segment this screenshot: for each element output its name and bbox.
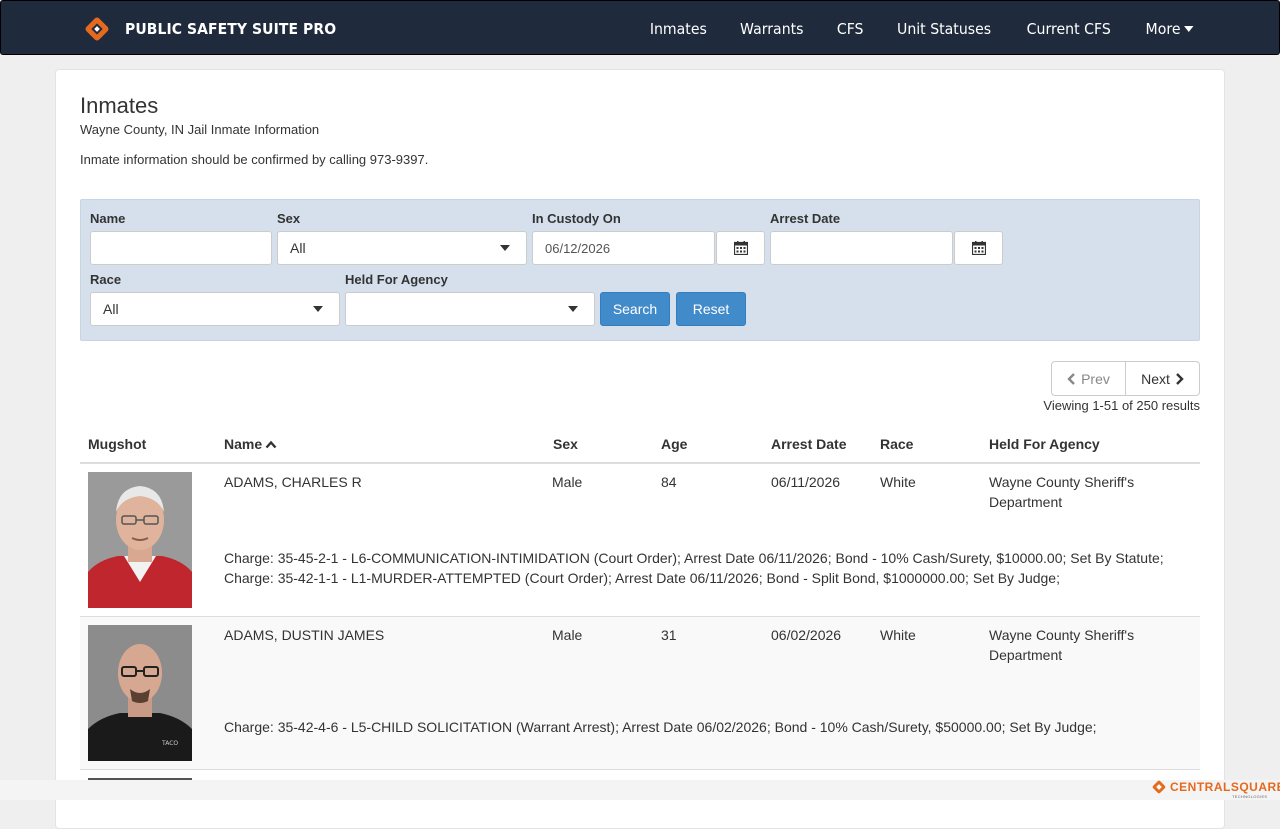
chevron-left-icon xyxy=(1067,372,1075,385)
reset-button[interactable]: Reset xyxy=(676,292,746,326)
sex-select[interactable]: All xyxy=(277,231,527,265)
prev-label: Prev xyxy=(1081,370,1110,387)
mugshot-image[interactable]: TACO xyxy=(88,625,192,761)
col-race[interactable]: Race xyxy=(880,436,913,452)
name-label: Name xyxy=(90,211,126,226)
pagination: Prev Next xyxy=(1051,361,1200,396)
inmate-race: White xyxy=(880,474,916,490)
race-select-value: All xyxy=(103,301,119,317)
col-age[interactable]: Age xyxy=(661,436,687,452)
dropdown-caret-icon xyxy=(500,245,510,251)
inmate-age: 84 xyxy=(661,474,677,490)
results-count: Viewing 1-51 of 250 results xyxy=(1043,398,1200,413)
search-button[interactable]: Search xyxy=(600,292,670,326)
centralsquare-logo-icon xyxy=(1152,780,1166,794)
inmate-agency: Wayne County Sheriff's Department xyxy=(989,625,1134,665)
arrest-date-label: Arrest Date xyxy=(770,211,841,226)
custody-calendar-button[interactable] xyxy=(716,231,765,265)
nav-more-label: More xyxy=(1145,19,1181,38)
arrest-calendar-button[interactable] xyxy=(954,231,1003,265)
nav-warrants[interactable]: Warrants xyxy=(740,20,803,38)
dropdown-caret-icon xyxy=(313,306,323,312)
dropdown-caret-icon xyxy=(568,306,578,312)
page-subtitle: Wayne County, IN Jail Inmate Information xyxy=(80,122,320,137)
brand[interactable]: PUBLIC SAFETY SUITE PRO xyxy=(84,16,352,41)
inmate-agency: Wayne County Sheriff's Department xyxy=(989,472,1134,512)
inmate-agency-line: Department xyxy=(989,494,1063,510)
race-select[interactable]: All xyxy=(90,292,340,326)
centralsquare-logo: CENTRALSQUARE xyxy=(1152,780,1280,794)
nav-unit-statuses[interactable]: Unit Statuses xyxy=(897,20,991,38)
inmate-charge: Charge: 35-42-4-6 - L5-CHILD SOLICITATIO… xyxy=(224,719,1097,735)
filter-panel: Name Sex All In Custody On 06/12/2026 Ar… xyxy=(80,199,1200,341)
table-row[interactable]: ADAMS, CHARLES R Male 84 06/11/2026 Whit… xyxy=(80,464,1200,617)
nav-inmates[interactable]: Inmates xyxy=(649,20,706,38)
inmate-name[interactable]: ADAMS, CHARLES R xyxy=(224,472,362,492)
inmate-agency-line: Wayne County Sheriff's xyxy=(989,474,1135,490)
inmate-sex: Male xyxy=(552,474,583,490)
page-notice: Inmate information should be confirmed b… xyxy=(80,152,429,167)
mugshot-image[interactable] xyxy=(88,472,192,608)
footer-bar xyxy=(0,780,1280,800)
chevron-right-icon xyxy=(1176,372,1184,385)
nav-current-cfs[interactable]: Current CFS xyxy=(1027,20,1111,38)
sex-label: Sex xyxy=(277,211,301,226)
col-name[interactable]: Name xyxy=(224,436,277,452)
inmate-arrest-date: 06/02/2026 xyxy=(771,627,842,643)
nav-more[interactable]: More xyxy=(1145,19,1194,38)
page-title: Inmates xyxy=(80,93,159,118)
top-navbar: PUBLIC SAFETY SUITE PRO Inmates Warrants… xyxy=(0,0,1280,55)
inmate-charge: Charge: 35-42-1-1 - L1-MURDER-ATTEMPTED … xyxy=(224,570,1060,586)
sex-select-value: All xyxy=(290,240,306,256)
next-button[interactable]: Next xyxy=(1126,361,1200,396)
col-mugshot: Mugshot xyxy=(88,436,147,452)
custody-label: In Custody On xyxy=(532,211,621,226)
centralsquare-logo-text: CENTRALSQUARE xyxy=(1170,780,1280,794)
inmate-sex: Male xyxy=(552,627,583,643)
nav-cfs[interactable]: CFS xyxy=(837,20,864,38)
brand-logo-icon xyxy=(85,17,109,40)
col-sex[interactable]: Sex xyxy=(553,436,578,452)
inmate-charge: Charge: 35-45-2-1 - L6-COMMUNICATION-INT… xyxy=(224,550,1164,566)
chevron-down-icon xyxy=(1184,26,1194,32)
svg-text:TACO: TACO xyxy=(161,740,178,747)
agency-select[interactable] xyxy=(345,292,595,326)
agency-label: Held For Agency xyxy=(345,272,448,287)
col-held-for-agency[interactable]: Held For Agency xyxy=(989,436,1100,452)
table-row[interactable]: TACO ADAMS, DUSTIN JAMES Male 31 06/02/2… xyxy=(80,617,1200,770)
custody-date-input[interactable]: 06/12/2026 xyxy=(532,231,715,265)
next-label: Next xyxy=(1141,370,1170,387)
col-arrest-date[interactable]: Arrest Date xyxy=(771,436,846,452)
inmate-agency-line: Department xyxy=(989,647,1063,663)
inmate-arrest-date: 06/11/2026 xyxy=(771,474,841,490)
inmate-race: White xyxy=(880,627,916,643)
prev-button[interactable]: Prev xyxy=(1051,361,1126,396)
race-label: Race xyxy=(90,272,122,287)
inmate-age: 31 xyxy=(661,627,677,643)
brand-title: PUBLIC SAFETY SUITE PRO xyxy=(125,19,337,38)
calendar-icon xyxy=(733,241,748,255)
sort-ascending-icon xyxy=(265,440,277,449)
col-name-label: Name xyxy=(224,436,263,452)
calendar-icon xyxy=(971,241,986,255)
centralsquare-logo-subtext: TECHNOLOGIES xyxy=(1232,794,1268,799)
arrest-date-input[interactable] xyxy=(770,231,953,265)
inmate-agency-line: Wayne County Sheriff's xyxy=(989,627,1135,643)
inmate-name[interactable]: ADAMS, DUSTIN JAMES xyxy=(224,625,384,645)
name-input[interactable] xyxy=(90,231,272,265)
nav-links: Inmates Warrants CFS Unit Statuses Curre… xyxy=(618,1,1195,56)
